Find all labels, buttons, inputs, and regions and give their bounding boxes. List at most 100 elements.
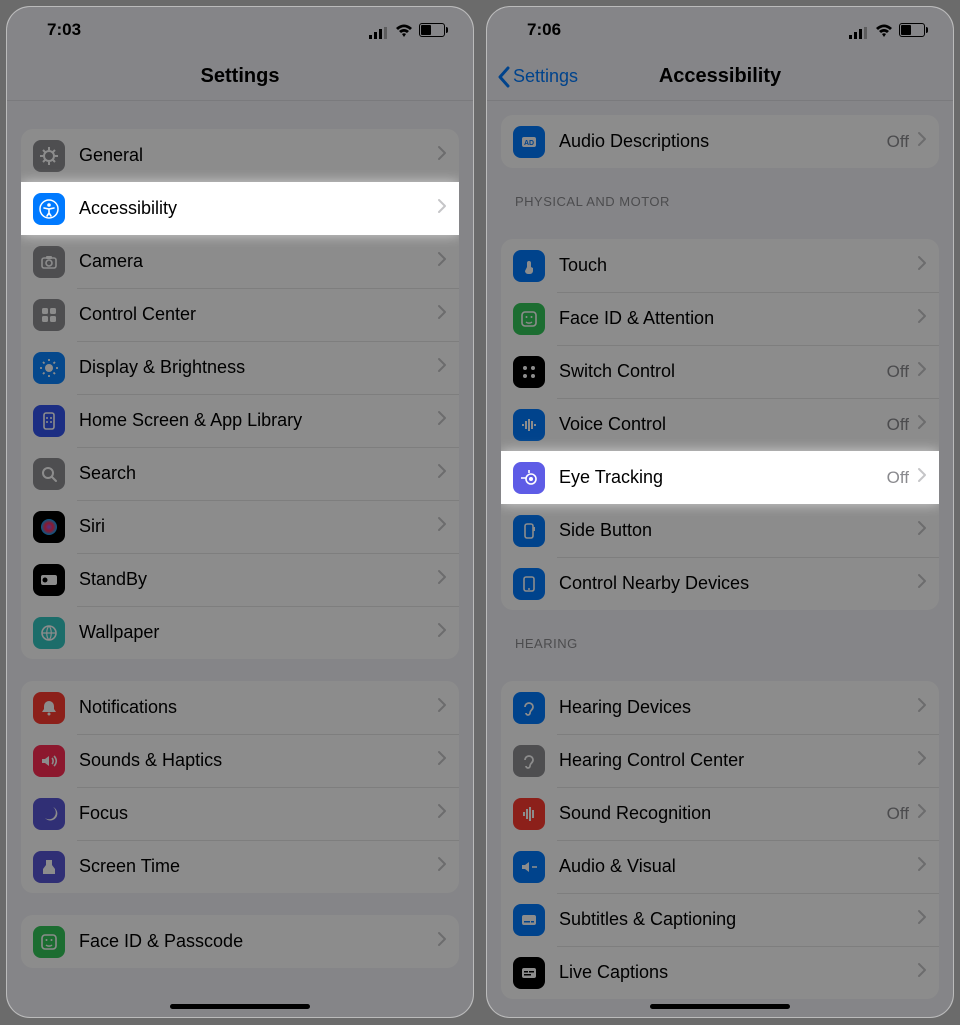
- settings-row[interactable]: Audio & Visual: [501, 840, 939, 893]
- chevron-right-icon: [917, 131, 927, 152]
- settings-row[interactable]: Face ID & Passcode: [21, 915, 459, 968]
- chevron-right-icon: [437, 622, 447, 643]
- settings-row[interactable]: Display & Brightness: [21, 341, 459, 394]
- settings-row[interactable]: Side Button: [501, 504, 939, 557]
- settings-row[interactable]: Live Captions: [501, 946, 939, 999]
- chevron-right-icon: [917, 414, 927, 435]
- settings-row[interactable]: Siri: [21, 500, 459, 553]
- settings-row[interactable]: Focus: [21, 787, 459, 840]
- row-label: Audio Descriptions: [559, 131, 887, 152]
- settings-row[interactable]: Search: [21, 447, 459, 500]
- settings-row[interactable]: AD Audio Descriptions Off: [501, 115, 939, 168]
- gear-icon: [33, 140, 65, 172]
- wifi-icon: [395, 23, 413, 37]
- brightness-icon: [33, 352, 65, 384]
- chevron-right-icon: [437, 516, 447, 537]
- side-button-icon: [513, 515, 545, 547]
- chevron-right-icon: [917, 361, 927, 382]
- row-label: Sounds & Haptics: [79, 750, 437, 771]
- navbar: Settings Accessibility: [487, 53, 953, 101]
- settings-row[interactable]: Subtitles & Captioning: [501, 893, 939, 946]
- sounds-icon: [33, 745, 65, 777]
- settings-row[interactable]: Wallpaper: [21, 606, 459, 659]
- settings-row[interactable]: Switch Control Off: [501, 345, 939, 398]
- chevron-right-icon: [437, 463, 447, 484]
- row-label: Eye Tracking: [559, 467, 887, 488]
- phone-right: 7:06 Settings Accessibility AD Audio Des…: [486, 6, 954, 1018]
- status-time: 7:03: [47, 20, 81, 40]
- settings-row[interactable]: Eye Tracking Off: [501, 451, 939, 504]
- row-label: Voice Control: [559, 414, 887, 435]
- settings-row[interactable]: Camera: [21, 235, 459, 288]
- row-label: Side Button: [559, 520, 917, 541]
- faceid-icon: [33, 926, 65, 958]
- settings-row[interactable]: Sound Recognition Off: [501, 787, 939, 840]
- settings-row[interactable]: Notifications: [21, 681, 459, 734]
- accessibility-list[interactable]: AD Audio Descriptions Off PHYSICAL AND M…: [487, 101, 953, 1017]
- settings-row[interactable]: Sounds & Haptics: [21, 734, 459, 787]
- statusbar: 7:03: [7, 7, 473, 53]
- screentime-icon: [33, 851, 65, 883]
- settings-row[interactable]: Hearing Control Center: [501, 734, 939, 787]
- wallpaper-icon: [33, 617, 65, 649]
- row-value: Off: [887, 468, 909, 488]
- row-value: Off: [887, 415, 909, 435]
- home-indicator[interactable]: [170, 1004, 310, 1009]
- hearing-devices-icon: [513, 692, 545, 724]
- siri-icon: [33, 511, 65, 543]
- chevron-right-icon: [917, 467, 927, 488]
- back-label: Settings: [513, 66, 578, 87]
- row-label: StandBy: [79, 569, 437, 590]
- settings-row[interactable]: Control Center: [21, 288, 459, 341]
- chevron-right-icon: [437, 145, 447, 166]
- row-label: Switch Control: [559, 361, 887, 382]
- settings-row[interactable]: Hearing Devices: [501, 681, 939, 734]
- section-header: PHYSICAL AND MOTOR: [501, 168, 939, 217]
- settings-group: Notifications Sounds & Haptics Focus Scr…: [21, 681, 459, 893]
- row-label: Accessibility: [79, 198, 437, 219]
- settings-group: General Accessibility Camera Control Cen…: [21, 129, 459, 659]
- settings-row[interactable]: StandBy: [21, 553, 459, 606]
- settings-row[interactable]: Control Nearby Devices: [501, 557, 939, 610]
- row-label: Notifications: [79, 697, 437, 718]
- chevron-right-icon: [437, 304, 447, 325]
- status-time: 7:06: [527, 20, 561, 40]
- row-label: Siri: [79, 516, 437, 537]
- chevron-right-icon: [917, 697, 927, 718]
- settings-row[interactable]: Screen Time: [21, 840, 459, 893]
- page-title: Accessibility: [659, 65, 781, 88]
- home-indicator[interactable]: [650, 1004, 790, 1009]
- back-button[interactable]: Settings: [497, 66, 578, 88]
- switch-control-icon: [513, 356, 545, 388]
- settings-row[interactable]: General: [21, 129, 459, 182]
- audio-visual-icon: [513, 851, 545, 883]
- row-label: Control Center: [79, 304, 437, 325]
- row-label: Search: [79, 463, 437, 484]
- chevron-right-icon: [917, 803, 927, 824]
- page-title: Settings: [201, 65, 280, 88]
- chevron-right-icon: [437, 803, 447, 824]
- touch-icon: [513, 250, 545, 282]
- row-value: Off: [887, 362, 909, 382]
- settings-row[interactable]: Touch: [501, 239, 939, 292]
- settings-row[interactable]: Face ID & Attention: [501, 292, 939, 345]
- settings-list[interactable]: General Accessibility Camera Control Cen…: [7, 101, 473, 1017]
- status-indicators: [849, 23, 925, 37]
- nearby-devices-icon: [513, 568, 545, 600]
- row-label: Hearing Devices: [559, 697, 917, 718]
- chevron-right-icon: [437, 750, 447, 771]
- row-label: Hearing Control Center: [559, 750, 917, 771]
- chevron-right-icon: [437, 251, 447, 272]
- control-center-icon: [33, 299, 65, 331]
- settings-row[interactable]: Home Screen & App Library: [21, 394, 459, 447]
- settings-row[interactable]: Voice Control Off: [501, 398, 939, 451]
- battery-icon: [899, 23, 925, 37]
- row-value: Off: [887, 804, 909, 824]
- row-label: Audio & Visual: [559, 856, 917, 877]
- chevron-right-icon: [917, 255, 927, 276]
- settings-row[interactable]: Accessibility: [21, 182, 459, 235]
- hearing-cc-icon: [513, 745, 545, 777]
- live-captions-icon: [513, 957, 545, 989]
- svg-text:AD: AD: [524, 140, 534, 147]
- chevron-right-icon: [437, 931, 447, 952]
